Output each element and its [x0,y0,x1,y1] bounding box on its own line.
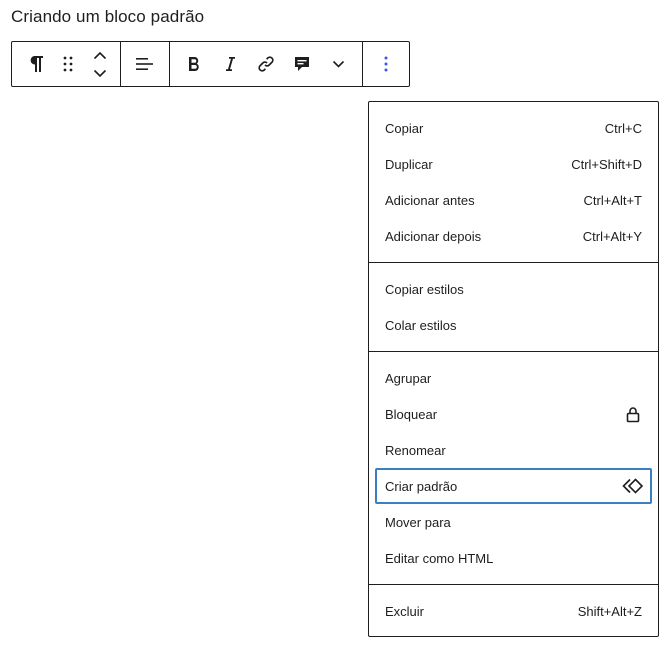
menu-item-copy[interactable]: Copiar Ctrl+C [375,110,652,146]
block-toolbar-group-options [363,42,409,86]
menu-item-shortcut: Shift+Alt+Z [577,603,642,619]
menu-item-rename[interactable]: Renomear [375,432,652,468]
options-button[interactable] [368,46,404,82]
menu-item-label: Colar estilos [385,317,457,333]
menu-item-shortcut: Ctrl+Alt+Y [582,228,642,244]
menu-item-label: Agrupar [385,370,432,386]
menu-item-label: Adicionar antes [385,192,475,208]
italic-icon [224,56,236,72]
menu-item-duplicate[interactable]: Duplicar Ctrl+Shift+D [375,146,652,182]
move-up-button[interactable] [84,46,116,64]
chevron-down-icon [332,60,345,68]
menu-item-delete[interactable]: Excluir Shift+Alt+Z [375,593,652,629]
menu-item-label: Adicionar depois [385,228,482,244]
menu-item-label: Criar padrão [385,478,458,494]
menu-item-lock[interactable]: Bloquear [375,396,652,432]
block-toolbar [11,41,410,87]
menu-item-label: Copiar estilos [385,281,464,297]
lock-icon [621,402,645,426]
menu-section-delete: Excluir Shift+Alt+Z [369,585,658,637]
bold-icon [187,56,201,72]
page-title: Criando um bloco padrão [11,7,205,26]
menu-item-label: Editar como HTML [385,550,494,566]
block-type-button[interactable] [20,46,52,82]
menu-item-label: Bloquear [385,406,438,422]
menu-item-create-pattern[interactable]: Criar padrão [375,468,652,504]
drag-handle-icon [62,55,74,73]
menu-item-shortcut: Ctrl+Alt+T [583,192,642,208]
menu-item-group[interactable]: Agrupar [375,360,652,396]
link-icon [257,55,275,73]
menu-item-label: Mover para [385,514,451,530]
menu-item-move-to[interactable]: Mover para [375,504,652,540]
menu-item-insert-before[interactable]: Adicionar antes Ctrl+Alt+T [375,182,652,218]
menu-item-label: Duplicar [385,156,433,172]
block-toolbar-group-block [12,42,121,86]
italic-button[interactable] [212,46,248,82]
comment-button[interactable] [284,46,320,82]
move-down-button[interactable] [84,64,116,82]
block-options-menu: Copiar Ctrl+C Duplicar Ctrl+Shift+D Adic… [368,101,659,637]
move-down-icon [93,69,107,78]
block-mover [84,44,116,84]
menu-item-shortcut: Ctrl+Shift+D [571,156,642,172]
comment-icon [293,55,311,73]
block-toolbar-group-align [121,42,170,86]
menu-item-paste-styles[interactable]: Colar estilos [375,307,652,343]
paragraph-icon [28,55,44,73]
pattern-diamond-icon [621,474,645,498]
block-toolbar-group-format [170,42,363,86]
align-left-icon [136,57,154,71]
menu-item-label: Copiar [385,120,424,136]
menu-item-shortcut: Ctrl+C [604,120,642,136]
menu-item-label: Renomear [385,442,446,458]
link-button[interactable] [248,46,284,82]
align-button[interactable] [127,46,163,82]
menu-section-tools: Agrupar Bloquear Renomear Criar padrão M… [369,352,658,585]
bold-button[interactable] [176,46,212,82]
menu-item-label: Excluir [385,603,425,619]
more-formats-button[interactable] [320,46,356,82]
drag-handle-button[interactable] [52,46,84,82]
menu-item-edit-as-html[interactable]: Editar como HTML [375,540,652,576]
menu-section-clipboard: Copiar Ctrl+C Duplicar Ctrl+Shift+D Adic… [369,102,658,263]
menu-item-copy-styles[interactable]: Copiar estilos [375,271,652,307]
menu-section-styles: Copiar estilos Colar estilos [369,263,658,352]
more-vertical-icon [384,56,388,72]
menu-item-insert-after[interactable]: Adicionar depois Ctrl+Alt+Y [375,218,652,254]
move-up-icon [93,51,107,60]
